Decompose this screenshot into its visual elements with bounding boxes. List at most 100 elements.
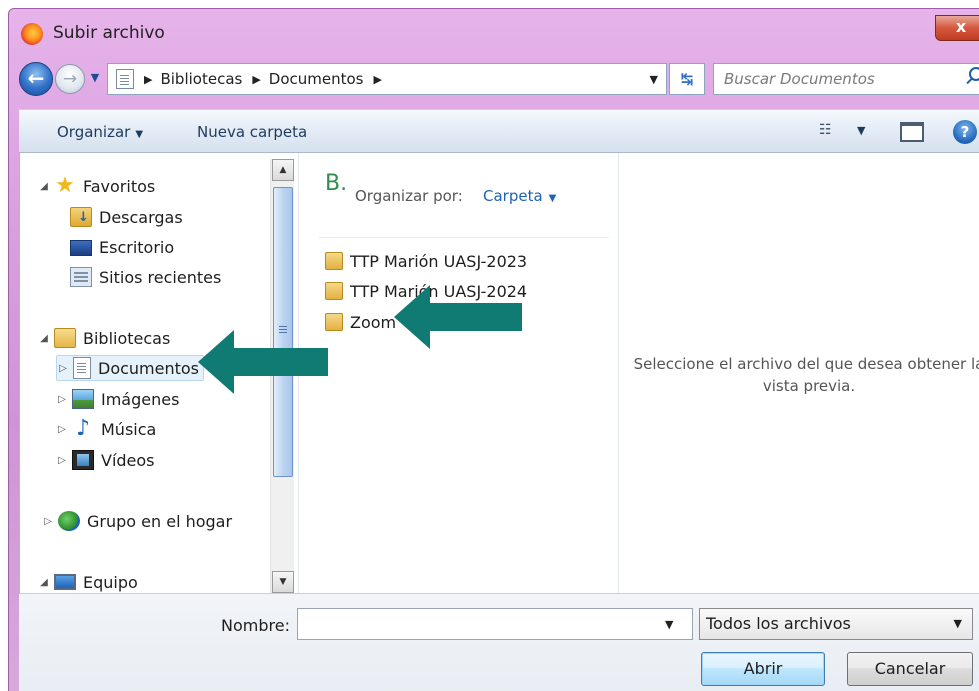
homegroup-icon xyxy=(58,511,80,531)
address-dropdown-icon[interactable]: ▼ xyxy=(650,73,658,86)
history-dropdown-icon[interactable]: ▼ xyxy=(87,70,103,86)
nav-homegroup[interactable]: ▷ Grupo en el hogar xyxy=(42,508,232,534)
documents-library-icon xyxy=(116,69,134,89)
search-icon[interactable] xyxy=(969,67,979,81)
music-note-icon: ♪ xyxy=(75,416,91,441)
collapse-icon[interactable]: ◢ xyxy=(38,181,50,192)
title-bar: Subir archivo x xyxy=(9,9,979,49)
nav-item-imagenes[interactable]: ▷ Imágenes xyxy=(56,386,179,412)
downloads-folder-icon xyxy=(70,207,92,227)
nav-favorites[interactable]: ◢ ★ Favoritos xyxy=(38,173,155,199)
recent-places-icon xyxy=(70,267,92,287)
folder-item-zoom[interactable]: Zoom xyxy=(325,309,396,335)
folder-icon xyxy=(325,313,343,331)
video-icon xyxy=(72,450,94,470)
search-input[interactable]: Buscar Documentos xyxy=(713,63,979,95)
chevron-down-icon: ▼ xyxy=(953,617,962,630)
expand-icon[interactable]: ▷ xyxy=(56,455,68,466)
arrow-shaft xyxy=(232,348,328,376)
file-type-value: Todos los archivos xyxy=(706,614,851,633)
view-options-icon[interactable]: ☷ xyxy=(819,122,841,140)
preview-pane-icon[interactable] xyxy=(900,122,924,142)
arrange-by-value: Carpeta xyxy=(483,187,543,205)
nav-item-descargas[interactable]: Descargas xyxy=(70,204,183,230)
folder-item[interactable]: TTP Marión UASJ-2023 xyxy=(325,248,527,274)
chevron-down-icon: ▼ xyxy=(548,193,557,204)
preview-pane: Seleccione el archivo del que desea obte… xyxy=(618,153,979,593)
new-folder-button[interactable]: Nueva carpeta xyxy=(197,123,307,141)
arrange-by-dropdown[interactable]: Carpeta ▼ xyxy=(483,187,556,205)
nav-item-label: Imágenes xyxy=(101,389,180,409)
chevron-down-icon[interactable]: ▼ xyxy=(857,124,865,137)
nav-item-label: Descargas xyxy=(99,207,183,227)
expand-icon[interactable]: ▷ xyxy=(57,363,69,374)
star-icon: ★ xyxy=(55,173,75,198)
nav-computer[interactable]: ◢ Equipo xyxy=(38,569,138,595)
collapse-icon[interactable]: ◢ xyxy=(38,577,50,588)
nav-libraries[interactable]: ◢ Bibliotecas xyxy=(38,325,170,351)
nav-item-videos[interactable]: ▷ Vídeos xyxy=(56,447,155,473)
chevron-right-icon[interactable]: ▶ xyxy=(252,73,260,86)
back-button[interactable]: ← xyxy=(19,62,53,96)
breadcrumb-documentos[interactable]: Documentos xyxy=(269,70,364,88)
preview-message: Seleccione el archivo del que desea obte… xyxy=(633,355,979,395)
nav-item-label: Vídeos xyxy=(101,450,155,470)
file-upload-dialog: Subir archivo x ← → ▼ ▶ Bibliotecas ▶ Do… xyxy=(8,8,979,691)
divider xyxy=(319,237,609,238)
scroll-down-arrow-icon[interactable]: ▼ xyxy=(272,571,294,593)
desktop-icon xyxy=(70,240,92,256)
arrow-head xyxy=(394,285,430,349)
breadcrumb-bibliotecas[interactable]: Bibliotecas xyxy=(160,70,242,88)
expand-icon[interactable]: ▷ xyxy=(42,516,54,527)
library-mark: B. xyxy=(325,171,348,196)
file-list-pane: B. Organizar por: Carpeta ▼ TTP Marión UA… xyxy=(298,153,618,593)
chevron-down-icon: ▼ xyxy=(135,129,144,140)
folder-name: Zoom xyxy=(350,312,397,332)
arrange-by-label: Organizar por: xyxy=(355,187,463,205)
arrow-shaft xyxy=(428,303,522,331)
filename-dropdown-icon[interactable]: ▼ xyxy=(665,618,673,631)
organize-button[interactable]: Organizar ▼ xyxy=(57,123,143,141)
grip-icon xyxy=(279,326,287,327)
nav-item-label: Música xyxy=(101,419,157,439)
chevron-right-icon[interactable]: ▶ xyxy=(374,73,382,86)
nav-item-sitios-recientes[interactable]: Sitios recientes xyxy=(70,264,221,290)
filename-area: Nombre: ▼ Todos los archivos ▼ Abrir Can… xyxy=(19,593,979,691)
help-icon[interactable]: ? xyxy=(953,120,977,144)
filename-input[interactable] xyxy=(297,608,693,640)
folder-icon xyxy=(325,282,343,300)
arrow-head xyxy=(198,330,234,394)
nav-item-documentos[interactable]: ▷ Documentos xyxy=(56,355,205,381)
organize-label: Organizar xyxy=(57,123,131,141)
main-area: ◢ ★ Favoritos Descargas Escritorio Sitio… xyxy=(19,153,979,593)
nav-libraries-label: Bibliotecas xyxy=(83,328,171,348)
refresh-icon[interactable]: ↹ xyxy=(669,63,705,95)
close-button[interactable]: x xyxy=(935,15,979,41)
scroll-up-arrow-icon[interactable]: ▲ xyxy=(272,159,294,181)
nav-item-label: Sitios recientes xyxy=(99,267,222,287)
nav-favorites-label: Favoritos xyxy=(83,176,156,196)
nav-item-label: Documentos xyxy=(98,358,200,378)
filename-label: Nombre: xyxy=(221,616,290,635)
address-row: ← → ▼ ▶ Bibliotecas ▶ Documentos ▶ ▼ ↹ B… xyxy=(19,61,979,97)
chevron-right-icon[interactable]: ▶ xyxy=(144,73,152,86)
nav-item-musica[interactable]: ▷ ♪ Música xyxy=(56,416,156,442)
file-type-select[interactable]: Todos los archivos ▼ xyxy=(699,608,973,640)
window-title: Subir archivo xyxy=(53,23,165,43)
nav-computer-label: Equipo xyxy=(83,572,138,592)
expand-icon[interactable]: ▷ xyxy=(56,424,68,435)
annotation-arrow-documentos xyxy=(198,330,328,394)
firefox-icon xyxy=(21,23,43,45)
computer-icon xyxy=(54,574,76,590)
expand-icon[interactable]: ▷ xyxy=(56,394,68,405)
open-button[interactable]: Abrir xyxy=(701,652,825,686)
pictures-icon xyxy=(72,389,94,409)
command-toolbar: Organizar ▼ Nueva carpeta ☷ ▼ ? xyxy=(19,109,979,153)
forward-button[interactable]: → xyxy=(55,64,85,94)
nav-item-escritorio[interactable]: Escritorio xyxy=(70,234,174,260)
folder-icon xyxy=(325,252,343,270)
folder-name: TTP Marión UASJ-2023 xyxy=(350,251,528,271)
address-bar[interactable]: ▶ Bibliotecas ▶ Documentos ▶ ▼ xyxy=(107,63,667,95)
collapse-icon[interactable]: ◢ xyxy=(38,333,50,344)
cancel-button[interactable]: Cancelar xyxy=(847,652,973,686)
